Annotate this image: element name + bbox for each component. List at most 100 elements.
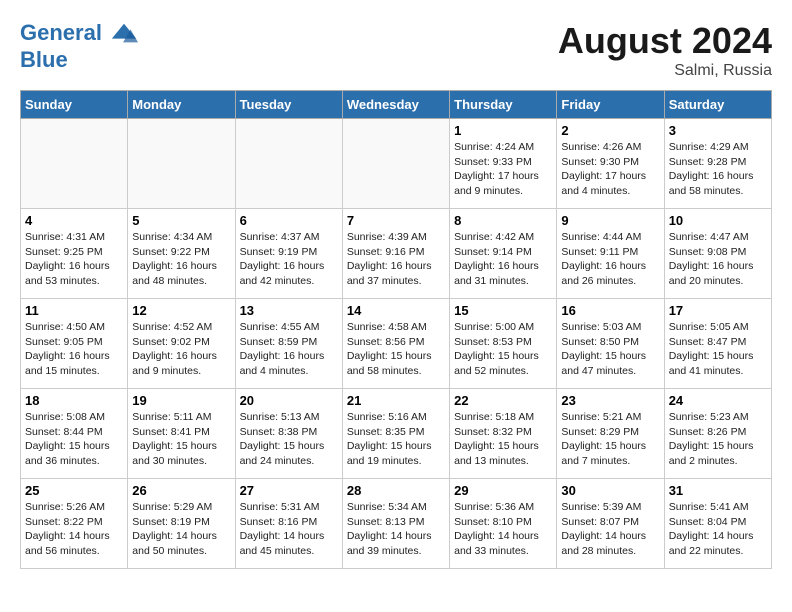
calendar-cell: 7 Sunrise: 4:39 AMSunset: 9:16 PMDaylight… [342, 209, 449, 299]
day-number: 1 [454, 123, 552, 138]
title-block: August 2024 Salmi, Russia [558, 20, 772, 80]
day-number: 25 [25, 483, 123, 498]
day-number: 13 [240, 303, 338, 318]
cell-daylight-info: Sunrise: 4:31 AMSunset: 9:25 PMDaylight:… [25, 230, 123, 289]
month-year: August 2024 [558, 20, 772, 62]
day-number: 18 [25, 393, 123, 408]
day-number: 21 [347, 393, 445, 408]
calendar-cell: 11 Sunrise: 4:50 AMSunset: 9:05 PMDayligh… [21, 299, 128, 389]
cell-daylight-info: Sunrise: 4:37 AMSunset: 9:19 PMDaylight:… [240, 230, 338, 289]
weekday-header-tuesday: Tuesday [235, 91, 342, 119]
day-number: 5 [132, 213, 230, 228]
day-number: 16 [561, 303, 659, 318]
day-number: 22 [454, 393, 552, 408]
cell-daylight-info: Sunrise: 5:05 AMSunset: 8:47 PMDaylight:… [669, 320, 767, 379]
calendar-cell: 16Sunrise: 5:03 AMSunset: 8:50 PMDayligh… [557, 299, 664, 389]
cell-daylight-info: Sunrise: 5:08 AMSunset: 8:44 PMDaylight:… [25, 410, 123, 469]
calendar-week-4: 18 Sunrise: 5:08 AMSunset: 8:44 PMDayligh… [21, 389, 772, 479]
calendar-cell: 19Sunrise: 5:11 AMSunset: 8:41 PMDayligh… [128, 389, 235, 479]
day-number: 15 [454, 303, 552, 318]
logo: General Blue [20, 20, 138, 72]
calendar-cell: 9 Sunrise: 4:44 AMSunset: 9:11 PMDaylight… [557, 209, 664, 299]
cell-daylight-info: Sunrise: 4:47 AMSunset: 9:08 PMDaylight:… [669, 230, 767, 289]
cell-daylight-info: Sunrise: 4:44 AMSunset: 9:11 PMDaylight:… [561, 230, 659, 289]
cell-daylight-info: Sunrise: 5:00 AMSunset: 8:53 PMDaylight:… [454, 320, 552, 379]
location: Salmi, Russia [558, 62, 772, 80]
calendar-cell: 25 Sunrise: 5:26 AMSunset: 8:22 PMDayligh… [21, 479, 128, 569]
calendar-cell: 24Sunrise: 5:23 AMSunset: 8:26 PMDayligh… [664, 389, 771, 479]
calendar-table: SundayMondayTuesdayWednesdayThursdayFrid… [20, 90, 772, 569]
weekday-header-saturday: Saturday [664, 91, 771, 119]
weekday-header-monday: Monday [128, 91, 235, 119]
logo-text: General Blue [20, 20, 138, 72]
day-number: 27 [240, 483, 338, 498]
day-number: 23 [561, 393, 659, 408]
day-number: 8 [454, 213, 552, 228]
calendar-cell: 17Sunrise: 5:05 AMSunset: 8:47 PMDayligh… [664, 299, 771, 389]
day-number: 20 [240, 393, 338, 408]
cell-daylight-info: Sunrise: 4:58 AMSunset: 8:56 PMDaylight:… [347, 320, 445, 379]
weekday-header-thursday: Thursday [450, 91, 557, 119]
calendar-cell: 31Sunrise: 5:41 AMSunset: 8:04 PMDayligh… [664, 479, 771, 569]
weekday-header-row: SundayMondayTuesdayWednesdayThursdayFrid… [21, 91, 772, 119]
day-number: 12 [132, 303, 230, 318]
cell-daylight-info: Sunrise: 4:24 AMSunset: 9:33 PMDaylight:… [454, 140, 552, 199]
cell-daylight-info: Sunrise: 5:11 AMSunset: 8:41 PMDaylight:… [132, 410, 230, 469]
calendar-week-2: 4Sunrise: 4:31 AMSunset: 9:25 PMDaylight… [21, 209, 772, 299]
cell-daylight-info: Sunrise: 4:29 AMSunset: 9:28 PMDaylight:… [669, 140, 767, 199]
calendar-cell: 1 Sunrise: 4:24 AMSunset: 9:33 PMDaylight… [450, 119, 557, 209]
cell-daylight-info: Sunrise: 5:39 AMSunset: 8:07 PMDaylight:… [561, 500, 659, 559]
calendar-cell: 5Sunrise: 4:34 AMSunset: 9:22 PMDaylight… [128, 209, 235, 299]
calendar-cell: 14 Sunrise: 4:58 AMSunset: 8:56 PMDayligh… [342, 299, 449, 389]
calendar-cell [342, 119, 449, 209]
day-number: 28 [347, 483, 445, 498]
cell-daylight-info: Sunrise: 5:41 AMSunset: 8:04 PMDaylight:… [669, 500, 767, 559]
day-number: 26 [132, 483, 230, 498]
day-number: 9 [561, 213, 659, 228]
logo-icon [110, 20, 138, 48]
cell-daylight-info: Sunrise: 5:26 AMSunset: 8:22 PMDaylight:… [25, 500, 123, 559]
day-number: 14 [347, 303, 445, 318]
cell-daylight-info: Sunrise: 5:16 AMSunset: 8:35 PMDaylight:… [347, 410, 445, 469]
cell-daylight-info: Sunrise: 4:26 AMSunset: 9:30 PMDaylight:… [561, 140, 659, 199]
calendar-cell: 2 Sunrise: 4:26 AMSunset: 9:30 PMDaylight… [557, 119, 664, 209]
day-number: 7 [347, 213, 445, 228]
day-number: 11 [25, 303, 123, 318]
calendar-cell: 30 Sunrise: 5:39 AMSunset: 8:07 PMDayligh… [557, 479, 664, 569]
calendar-cell: 8 Sunrise: 4:42 AMSunset: 9:14 PMDaylight… [450, 209, 557, 299]
calendar-cell: 21 Sunrise: 5:16 AMSunset: 8:35 PMDayligh… [342, 389, 449, 479]
day-number: 29 [454, 483, 552, 498]
cell-daylight-info: Sunrise: 4:52 AMSunset: 9:02 PMDaylight:… [132, 320, 230, 379]
cell-daylight-info: Sunrise: 5:36 AMSunset: 8:10 PMDaylight:… [454, 500, 552, 559]
calendar-cell: 15 Sunrise: 5:00 AMSunset: 8:53 PMDayligh… [450, 299, 557, 389]
cell-daylight-info: Sunrise: 4:50 AMSunset: 9:05 PMDaylight:… [25, 320, 123, 379]
calendar-cell: 22Sunrise: 5:18 AMSunset: 8:32 PMDayligh… [450, 389, 557, 479]
calendar-cell: 6Sunrise: 4:37 AMSunset: 9:19 PMDaylight… [235, 209, 342, 299]
calendar-cell: 18 Sunrise: 5:08 AMSunset: 8:44 PMDayligh… [21, 389, 128, 479]
calendar-cell: 26 Sunrise: 5:29 AMSunset: 8:19 PMDayligh… [128, 479, 235, 569]
calendar-cell: 29 Sunrise: 5:36 AMSunset: 8:10 PMDayligh… [450, 479, 557, 569]
cell-daylight-info: Sunrise: 5:29 AMSunset: 8:19 PMDaylight:… [132, 500, 230, 559]
day-number: 2 [561, 123, 659, 138]
day-number: 30 [561, 483, 659, 498]
cell-daylight-info: Sunrise: 4:55 AMSunset: 8:59 PMDaylight:… [240, 320, 338, 379]
calendar-cell: 23 Sunrise: 5:21 AMSunset: 8:29 PMDayligh… [557, 389, 664, 479]
cell-daylight-info: Sunrise: 5:21 AMSunset: 8:29 PMDaylight:… [561, 410, 659, 469]
cell-daylight-info: Sunrise: 5:13 AMSunset: 8:38 PMDaylight:… [240, 410, 338, 469]
cell-daylight-info: Sunrise: 4:39 AMSunset: 9:16 PMDaylight:… [347, 230, 445, 289]
calendar-week-1: 1 Sunrise: 4:24 AMSunset: 9:33 PMDaylight… [21, 119, 772, 209]
calendar-cell: 13 Sunrise: 4:55 AMSunset: 8:59 PMDayligh… [235, 299, 342, 389]
page-header: General Blue August 2024 Salmi, Russia [20, 20, 772, 80]
calendar-cell: 20 Sunrise: 5:13 AMSunset: 8:38 PMDayligh… [235, 389, 342, 479]
day-number: 10 [669, 213, 767, 228]
weekday-header-sunday: Sunday [21, 91, 128, 119]
calendar-cell: 4Sunrise: 4:31 AMSunset: 9:25 PMDaylight… [21, 209, 128, 299]
calendar-week-5: 25 Sunrise: 5:26 AMSunset: 8:22 PMDayligh… [21, 479, 772, 569]
calendar-cell: 28Sunrise: 5:34 AMSunset: 8:13 PMDayligh… [342, 479, 449, 569]
cell-daylight-info: Sunrise: 5:23 AMSunset: 8:26 PMDaylight:… [669, 410, 767, 469]
calendar-week-3: 11 Sunrise: 4:50 AMSunset: 9:05 PMDayligh… [21, 299, 772, 389]
calendar-cell [235, 119, 342, 209]
cell-daylight-info: Sunrise: 4:42 AMSunset: 9:14 PMDaylight:… [454, 230, 552, 289]
weekday-header-friday: Friday [557, 91, 664, 119]
calendar-cell: 3Sunrise: 4:29 AMSunset: 9:28 PMDaylight… [664, 119, 771, 209]
